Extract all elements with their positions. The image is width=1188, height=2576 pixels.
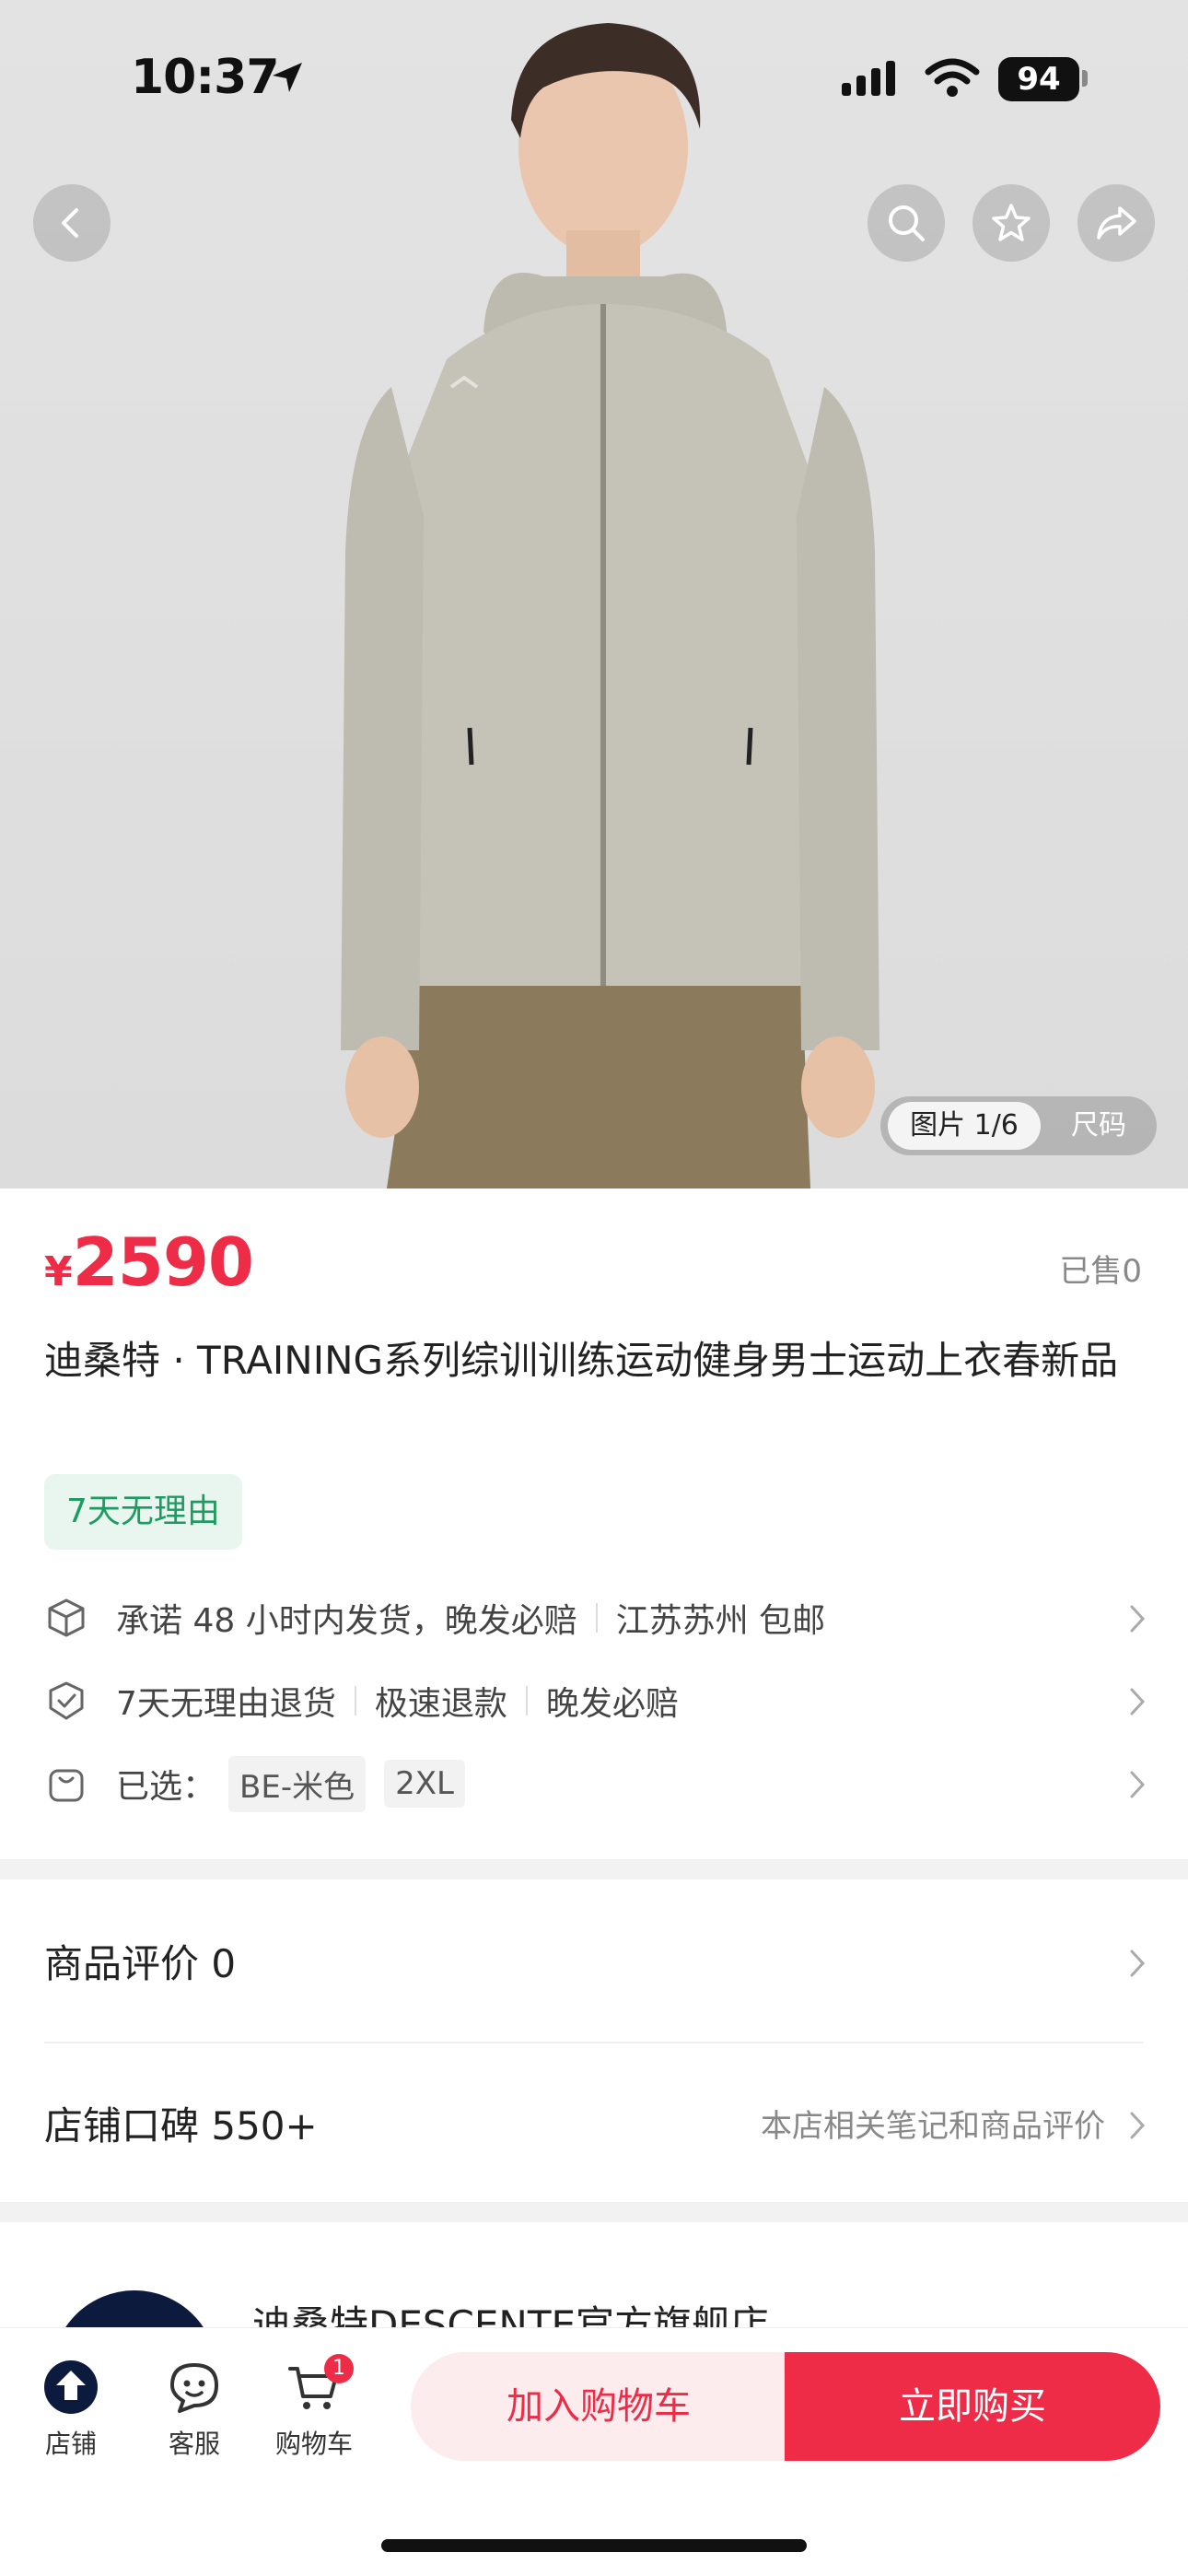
chevron-right-icon (1130, 1688, 1146, 1715)
chevron-right-icon (1130, 1771, 1146, 1798)
separator (595, 1603, 598, 1633)
status-bar: 10:37 94 (0, 0, 1188, 157)
toggle-images[interactable]: 图片 1/6 (888, 1102, 1041, 1150)
reviews-label: 商品评价 0 (44, 1940, 237, 1986)
row-divider (44, 2042, 1144, 2043)
nav-cart[interactable]: 1 购物车 (263, 2354, 365, 2461)
buy-now-button[interactable]: 立即购买 (785, 2352, 1160, 2461)
back-button[interactable] (33, 184, 111, 262)
section-divider (0, 1859, 1188, 1879)
shipping-row[interactable]: 承诺 48 小时内发货，晚发必赔 江苏苏州 包邮 (44, 1590, 1149, 1645)
separator (354, 1686, 356, 1715)
return-item-3: 晚发必赔 (545, 1685, 679, 1723)
battery-tip (1082, 70, 1088, 87)
separator (525, 1686, 528, 1715)
toggle-size[interactable]: 尺码 (1048, 1102, 1149, 1150)
wifi-icon (925, 58, 980, 97)
status-time: 10:37 (131, 50, 280, 105)
share-icon (1097, 206, 1136, 240)
store-icon (44, 2360, 98, 2414)
favorite-button[interactable] (973, 184, 1050, 262)
cart-count-badge: 1 (324, 2354, 354, 2383)
nav-store-label: 店铺 (44, 2429, 97, 2459)
home-indicator (381, 2539, 807, 2552)
chevron-right-icon (1130, 1605, 1146, 1633)
shipping-location: 江苏苏州 包邮 (615, 1602, 826, 1640)
price-value: 2590 (72, 1224, 254, 1301)
return-item-1: 7天无理由退货 (116, 1685, 336, 1723)
product-title: 迪桑特 · TRAINING系列综训训练运动健身男士运动上衣春新品 (44, 1338, 1119, 1383)
back-icon (62, 208, 78, 238)
reputation-label: 店铺口碑 550+ (44, 2102, 318, 2149)
shield-check-icon (44, 1679, 88, 1723)
nav-service-label: 客服 (168, 2429, 220, 2459)
nav-cart-label: 购物车 (274, 2429, 353, 2459)
location-arrow-icon (273, 63, 302, 92)
star-icon (992, 204, 1031, 241)
product-photo (341, 23, 879, 1188)
returns-row[interactable]: 7天无理由退货 极速退款 晚发必赔 (44, 1673, 1149, 1728)
selected-variant-row[interactable]: 已选： BE-米色 2XL (44, 1755, 1149, 1812)
nav-customer-service[interactable]: 客服 (144, 2359, 245, 2461)
selected-size-chip: 2XL (384, 1760, 465, 1808)
product-price: ¥2590 (44, 1224, 254, 1301)
shipping-promise: 承诺 48 小时内发货，晚发必赔 (116, 1602, 577, 1640)
nav-store[interactable]: 店铺 (20, 2359, 122, 2461)
bag-icon (44, 1762, 88, 1806)
store-reputation-row[interactable]: 店铺口碑 550+ 本店相关笔记和商品评价 (44, 2086, 1149, 2160)
return-item-2: 极速退款 (374, 1685, 507, 1723)
service-chat-icon (170, 2363, 218, 2413)
price-symbol: ¥ (44, 1248, 73, 1295)
shipping-box-icon (44, 1596, 88, 1640)
section-divider (0, 2202, 1188, 2222)
signal-icon (842, 61, 895, 96)
search-button[interactable] (868, 184, 945, 262)
search-icon (889, 205, 925, 241)
battery-icon: 94 (998, 57, 1079, 101)
selected-label: 已选： (116, 1768, 216, 1806)
sold-count: 已售0 (1059, 1253, 1142, 1290)
add-to-cart-button[interactable]: 加入购物车 (411, 2352, 786, 2461)
image-size-toggle[interactable]: 图片 1/6 尺码 (880, 1096, 1157, 1155)
product-image-carousel[interactable]: 10:37 94 图片 1/6 尺码 (0, 0, 1188, 1188)
chevron-right-icon (1130, 2112, 1146, 2139)
return-policy-tag: 7天无理由 (44, 1474, 242, 1550)
product-reviews-row[interactable]: 商品评价 0 (44, 1924, 1149, 1997)
selected-color-chip: BE-米色 (228, 1755, 367, 1812)
reputation-hint: 本店相关笔记和商品评价 (761, 2107, 1105, 2145)
share-button[interactable] (1077, 184, 1155, 262)
chevron-right-icon (1130, 1950, 1146, 1977)
